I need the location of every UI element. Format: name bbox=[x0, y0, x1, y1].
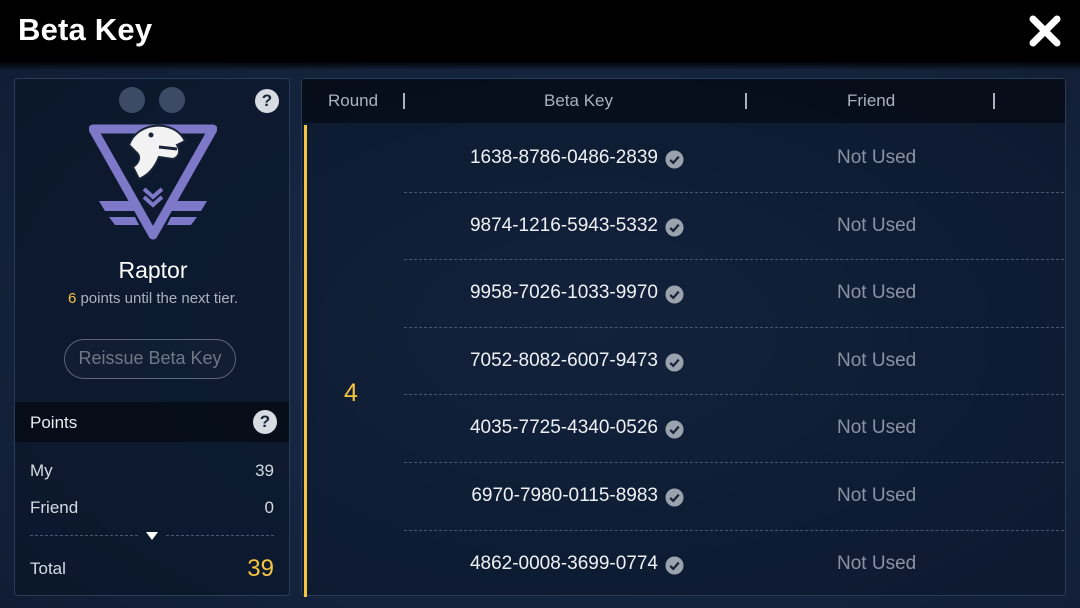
column-header-round: Round bbox=[328, 91, 379, 110]
points-row-friend: Friend 0 bbox=[30, 498, 274, 518]
points-help-icon[interactable]: ? bbox=[253, 410, 277, 434]
close-icon bbox=[1029, 15, 1061, 47]
beta-key-table: Round Beta Key Friend 4 1638-8786-0486-2… bbox=[301, 78, 1066, 599]
table-row: 1638-8786-0486-2839 Not Used bbox=[404, 125, 1064, 193]
round-accent-bar bbox=[304, 125, 307, 597]
tier-dot bbox=[119, 87, 145, 113]
points-title: Points bbox=[30, 413, 78, 432]
beta-key-value[interactable]: 9958-7026-1033-9970 bbox=[470, 282, 658, 304]
tier-name: Raptor bbox=[118, 257, 188, 283]
check-circle-icon bbox=[665, 218, 684, 237]
points-row-my: My 39 bbox=[30, 461, 274, 481]
points-my-value: 39 bbox=[255, 461, 274, 480]
beta-key-value[interactable]: 1638-8786-0486-2839 bbox=[470, 147, 658, 169]
beta-key-value[interactable]: 6970-7980-0115-8983 bbox=[471, 485, 658, 507]
points-row-total: Total 39 bbox=[30, 555, 274, 583]
friend-status: Not Used bbox=[837, 417, 917, 439]
friend-status: Not Used bbox=[837, 552, 917, 574]
points-total-value: 39 bbox=[247, 555, 274, 582]
round-number: 4 bbox=[344, 379, 358, 407]
table-row: 9958-7026-1033-9970 Not Used bbox=[404, 260, 1064, 328]
tier-help-icon[interactable]: ? bbox=[255, 89, 279, 113]
friend-status: Not Used bbox=[837, 282, 917, 304]
points-expand-row bbox=[30, 529, 274, 543]
reissue-beta-key-button[interactable]: Reissue Beta Key bbox=[64, 339, 236, 379]
check-circle-icon bbox=[665, 353, 684, 372]
page-title: Beta Key bbox=[18, 12, 153, 47]
table-row: 4035-7725-4340-0526 Not Used bbox=[404, 395, 1064, 463]
close-button[interactable] bbox=[1022, 8, 1068, 54]
column-header-friend: Friend bbox=[847, 91, 896, 110]
points-header: Points ? bbox=[15, 402, 289, 442]
divider bbox=[30, 535, 138, 536]
divider bbox=[166, 535, 274, 536]
table-row: 6970-7980-0115-8983 Not Used bbox=[404, 463, 1064, 531]
tier-panel: ? Raptor 6 points until the next tier. R… bbox=[14, 78, 290, 596]
column-separator bbox=[403, 93, 405, 109]
points-friend-label: Friend bbox=[30, 498, 79, 517]
friend-status: Not Used bbox=[837, 214, 917, 236]
chevron-down-icon[interactable] bbox=[143, 529, 161, 543]
column-header-beta-key: Beta Key bbox=[544, 91, 613, 110]
check-circle-icon bbox=[665, 488, 684, 507]
beta-key-value[interactable]: 9874-1216-5943-5332 bbox=[470, 215, 658, 237]
table-row: 4862-0008-3699-0774 Not Used bbox=[404, 531, 1064, 599]
friend-status: Not Used bbox=[837, 349, 917, 371]
friend-status: Not Used bbox=[837, 485, 917, 506]
table-header: Round Beta Key Friend bbox=[302, 79, 1065, 123]
table-row: 7052-8082-6007-9473 Not Used bbox=[404, 328, 1064, 396]
beta-key-value[interactable]: 4035-7725-4340-0526 bbox=[470, 417, 658, 439]
top-bar: Beta Key bbox=[0, 0, 1080, 70]
points-friend-value: 0 bbox=[264, 498, 274, 517]
friend-status: Not Used bbox=[837, 147, 917, 168]
points-my-label: My bbox=[30, 461, 53, 480]
beta-key-value[interactable]: 7052-8082-6007-9473 bbox=[470, 350, 658, 372]
table-row: 9874-1216-5943-5332 Not Used bbox=[404, 193, 1064, 261]
tier-progress-text: 6 points until the next tier. bbox=[15, 290, 291, 307]
check-circle-icon bbox=[665, 150, 684, 169]
tier-dots bbox=[119, 87, 185, 113]
raptor-emblem-icon bbox=[89, 124, 217, 240]
beta-key-value[interactable]: 4862-0008-3699-0774 bbox=[470, 553, 658, 575]
check-circle-icon bbox=[665, 285, 684, 304]
column-separator bbox=[993, 93, 995, 109]
points-total-label: Total bbox=[30, 559, 66, 578]
check-circle-icon bbox=[665, 420, 684, 439]
column-separator bbox=[745, 93, 747, 109]
points-needed-suffix: points until the next tier. bbox=[76, 290, 239, 307]
tier-dot bbox=[159, 87, 185, 113]
check-circle-icon bbox=[665, 556, 684, 575]
